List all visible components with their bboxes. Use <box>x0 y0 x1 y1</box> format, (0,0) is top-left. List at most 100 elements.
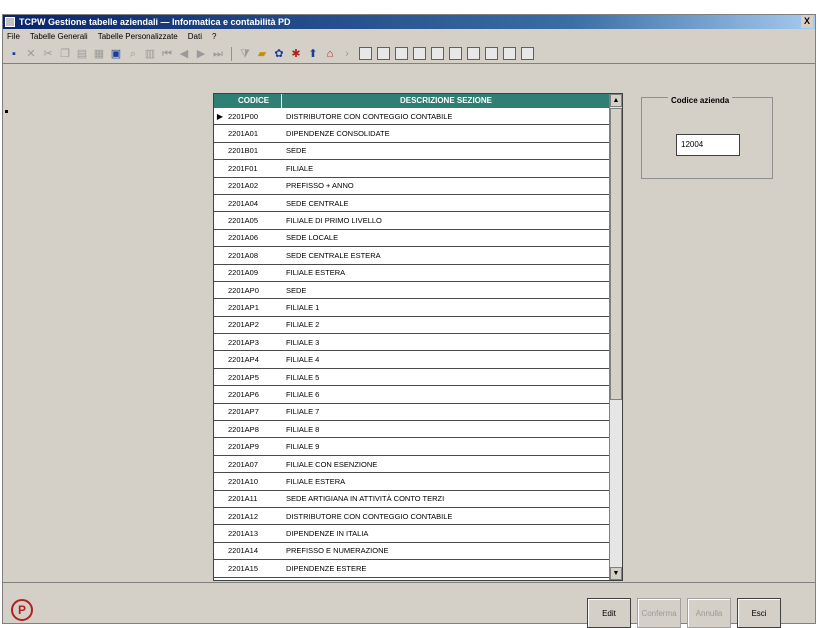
pin-icon[interactable]: ⬆ <box>306 47 320 61</box>
scroll-thumb[interactable] <box>610 108 622 400</box>
record-marker <box>5 110 8 113</box>
arrow-icon[interactable]: › <box>340 47 354 61</box>
cell-description: DIPENDENZE IN ITALIA <box>286 529 369 539</box>
table-row[interactable]: 2201AP8 FILIALE 8 <box>214 421 610 439</box>
table-row[interactable]: 2201AP7 FILIALE 7 <box>214 404 610 422</box>
function-key-4[interactable] <box>413 47 426 60</box>
cell-code: 2201AP8 <box>228 424 259 434</box>
app-window: TCPW Gestione tabelle aziendali — Inform… <box>2 14 816 628</box>
table-row[interactable]: 2201A11 SEDE ARTIGIANA IN ATTIVITÀ CONTO … <box>214 491 610 508</box>
table-row[interactable]: 2201A14 PREFISSO E NUMERAZIONE <box>214 543 610 561</box>
header-indicator <box>214 94 226 108</box>
table-row[interactable]: 2201AP5 FILIALE 5 <box>214 369 610 387</box>
table-row[interactable]: 2201AP9 FILIALE 9 <box>214 438 610 456</box>
cell-code: 2201P00 <box>228 111 259 121</box>
cut-icon[interactable]: ✂ <box>41 47 55 61</box>
table-row[interactable]: 2201AP0 SEDE <box>214 282 610 300</box>
table-row[interactable]: 2201F01 FILIALE <box>214 160 610 178</box>
table-row[interactable]: 2201A13 DIPENDENZE IN ITALIA <box>214 525 610 543</box>
menu-item[interactable]: Tabelle Personalizzate <box>98 32 178 41</box>
cell-code: 2201A08 <box>228 250 259 260</box>
save-icon[interactable]: ▪ <box>7 47 21 61</box>
cell-description: FILIALE <box>286 163 314 173</box>
cell-description: FILIALE 3 <box>286 337 320 347</box>
cell-description: PREFISSO E NUMERAZIONE <box>286 546 389 556</box>
company-code-field[interactable]: 12004 <box>676 134 740 156</box>
cell-description: FILIALE CON ESENZIONE <box>286 459 378 469</box>
function-key-7[interactable] <box>467 47 480 60</box>
toolbar-separator <box>231 46 232 61</box>
folder-icon[interactable]: ▰ <box>255 47 269 61</box>
delete-icon[interactable]: ✕ <box>24 47 38 61</box>
sections-grid[interactable]: CODICE DESCRIZIONE SEZIONE ▶ 2201P00 DISTR… <box>213 93 623 581</box>
function-key-9[interactable] <box>503 47 516 60</box>
table-row[interactable]: 2201A10 FILIALE ESTERA <box>214 473 610 491</box>
scroll-up-icon[interactable]: ▲ <box>610 94 622 107</box>
tools-icon[interactable]: ✱ <box>289 47 303 61</box>
cell-description: FILIALE 2 <box>286 320 320 330</box>
cell-code: 2201A01 <box>228 129 259 139</box>
prev-record-icon[interactable]: ◀ <box>177 47 191 61</box>
table-row[interactable]: 2201A08 SEDE CENTRALE ESTERA <box>214 247 610 265</box>
table-row[interactable]: 2201A04 SEDE CENTRALE <box>214 195 610 213</box>
cell-code: 2201AP1 <box>228 302 259 312</box>
menu-item[interactable]: Dati <box>188 32 202 41</box>
company-code-label: Codice azienda <box>668 96 733 105</box>
function-key-2[interactable] <box>377 47 390 60</box>
table-row[interactable]: 2201B01 SEDE <box>214 143 610 161</box>
table-row[interactable]: 2201A01 DIPENDENZE CONSOLIDATE <box>214 125 610 143</box>
table-row[interactable]: 2201AP3 FILIALE 3 <box>214 334 610 352</box>
next-record-icon[interactable]: ▶ <box>194 47 208 61</box>
table-row[interactable]: 2201AP1 FILIALE 1 <box>214 299 610 317</box>
menu-item[interactable]: Tabelle Generali <box>30 32 88 41</box>
vertical-scrollbar[interactable]: ▲ ▼ <box>609 94 622 580</box>
column-header-description[interactable]: DESCRIZIONE SEZIONE <box>282 94 610 108</box>
cell-code: 2201B01 <box>228 146 259 156</box>
function-key-10[interactable] <box>521 47 534 60</box>
table-row[interactable]: 2201A12 DISTRIBUTORE CON CONTEGGIO CONTAB… <box>214 508 610 526</box>
cell-code: 2201AP7 <box>228 407 259 417</box>
function-key-1[interactable] <box>359 47 372 60</box>
home-icon[interactable]: ⌂ <box>323 47 337 61</box>
table-row[interactable]: 2201AP2 FILIALE 2 <box>214 317 610 335</box>
menu-item[interactable]: ? <box>212 32 216 41</box>
last-record-icon[interactable]: ⏭ <box>211 47 225 61</box>
print-icon[interactable]: ▣ <box>109 47 123 61</box>
preview-icon[interactable]: ▦ <box>92 47 106 61</box>
table-row[interactable]: 2201A09 FILIALE ESTERA <box>214 265 610 282</box>
find-icon[interactable]: ⌕ <box>126 47 140 61</box>
function-key-5[interactable] <box>431 47 444 60</box>
paste-icon[interactable]: ▤ <box>75 47 89 61</box>
close-button[interactable]: X <box>801 15 813 28</box>
function-key-6[interactable] <box>449 47 462 60</box>
menu-item[interactable]: File <box>7 32 20 41</box>
column-header-code[interactable]: CODICE <box>226 94 282 108</box>
function-key-8[interactable] <box>485 47 498 60</box>
cell-code: 2201AP4 <box>228 355 259 365</box>
table-row[interactable]: 2201AP4 FILIALE 4 <box>214 351 610 369</box>
exit-button[interactable]: Esci <box>737 598 781 628</box>
table-row[interactable]: ▶ 2201P00 DISTRIBUTORE CON CONTEGGIO CONTA… <box>214 108 610 126</box>
scroll-down-icon[interactable]: ▼ <box>610 567 622 580</box>
function-key-3[interactable] <box>395 47 408 60</box>
table-row[interactable]: 2201A06 SEDE LOCALE <box>214 230 610 248</box>
table-row[interactable]: 2201A07 FILIALE CON ESENZIONE <box>214 456 610 474</box>
edit-button[interactable]: Edit <box>587 598 631 628</box>
copy-icon[interactable]: ❐ <box>58 47 72 61</box>
grid-icon[interactable]: ▥ <box>143 47 157 61</box>
cell-description: FILIALE 1 <box>286 302 320 312</box>
cell-description: FILIALE 7 <box>286 407 320 417</box>
cell-code: 2201A07 <box>228 459 259 469</box>
table-row[interactable]: 2201A02 PREFISSO + ANNO <box>214 178 610 195</box>
cell-code: 2201A05 <box>228 216 259 226</box>
cancel-button[interactable]: Annulla <box>687 598 731 628</box>
refresh-icon[interactable]: ✿ <box>272 47 286 61</box>
confirm-button[interactable]: Conferma <box>637 598 681 628</box>
cell-description: FILIALE ESTERA <box>286 476 346 486</box>
table-row[interactable]: 2201A05 FILIALE DI PRIMO LIVELLO <box>214 212 610 230</box>
table-row[interactable]: 2201A15 DIPENDENZE ESTERE <box>214 560 610 578</box>
filter-icon[interactable]: ⧩ <box>238 47 252 61</box>
table-row[interactable]: 2201AP6 FILIALE 6 <box>214 386 610 404</box>
first-record-icon[interactable]: ⏮ <box>160 47 174 61</box>
cell-code: 2201A11 <box>228 494 258 504</box>
